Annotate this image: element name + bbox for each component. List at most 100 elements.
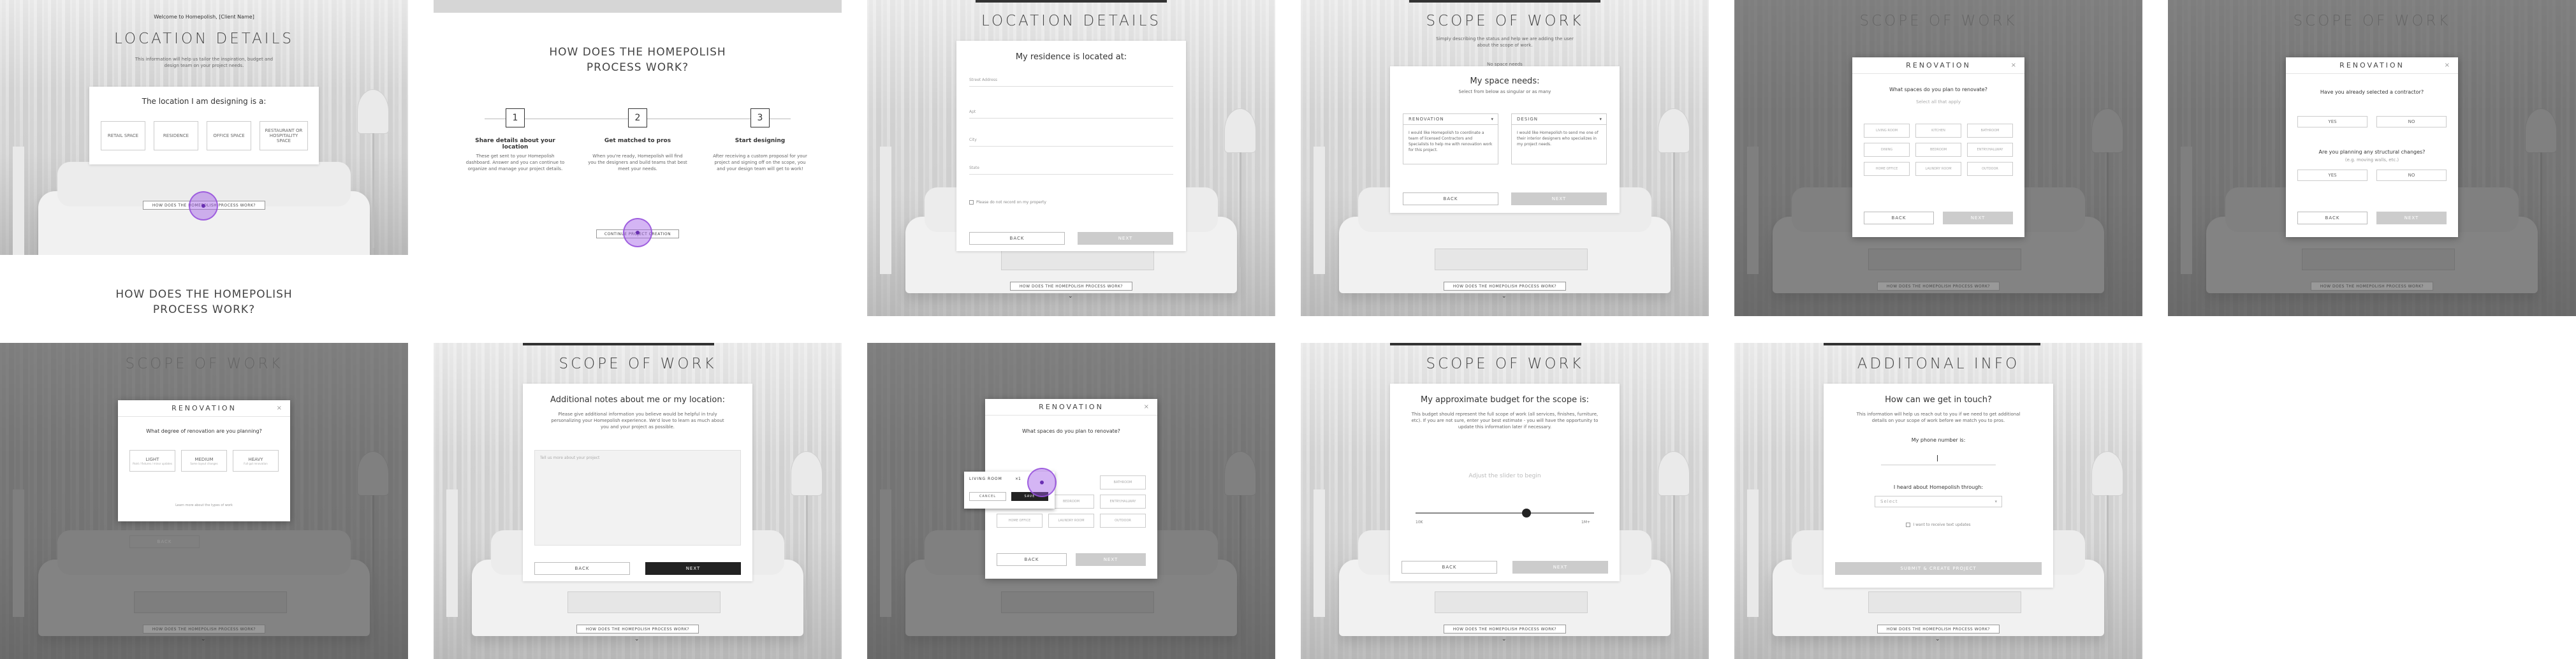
checkbox[interactable] — [1906, 523, 1911, 527]
how-it-works-link[interactable]: HOW DOES THE HOMEPOLISH PROCESS WORK? — [2311, 282, 2433, 291]
apt-input[interactable]: Apt — [969, 108, 1173, 119]
progress-bar — [1390, 343, 1581, 345]
text-updates-row[interactable]: I want to receive text updates — [1824, 523, 2053, 527]
phone-input[interactable] — [1881, 451, 1996, 465]
space-option[interactable]: LIVING ROOM — [1864, 124, 1910, 138]
back-button[interactable]: BACK — [1864, 212, 1934, 224]
space-option[interactable]: OUTDOOR — [1100, 514, 1146, 528]
degree-light-option[interactable]: LIGHT Paint / fixtures / minor updates — [129, 450, 175, 472]
space-option[interactable]: BEDROOM — [1915, 143, 1961, 157]
next-button[interactable]: NEXT — [1943, 212, 2013, 224]
card-description: This information will help us reach out … — [1856, 412, 2021, 423]
space-option[interactable]: ENTRY/HALLWAY — [1967, 143, 2013, 157]
learn-more-link[interactable]: Learn more about the types of work — [118, 502, 290, 509]
step-3-title: Start designing — [735, 138, 786, 144]
close-icon[interactable]: × — [2445, 57, 2452, 74]
click-indicator — [189, 191, 218, 221]
space-option[interactable]: DINING — [1864, 143, 1910, 157]
space-option[interactable]: ENTRY/HALLWAY — [1100, 495, 1146, 509]
progress-bar — [1824, 343, 2040, 345]
option-retail-space[interactable]: RETAIL SPACE — [101, 121, 145, 150]
budget-slider-handle[interactable] — [1521, 509, 1531, 518]
close-icon[interactable]: × — [2011, 57, 2018, 74]
popup-quantity[interactable]: ×1 — [1015, 477, 1021, 481]
city-input[interactable]: City — [969, 136, 1173, 147]
how-it-works-link[interactable]: HOW DOES THE HOMEPOLISH PROCESS WORK? — [576, 625, 699, 634]
referral-select[interactable]: Select ▾ — [1875, 496, 2002, 507]
design-toggle[interactable]: DESIGN ▾ — [1511, 113, 1607, 125]
record-checkbox-row[interactable]: Please do not record on my property — [969, 200, 1046, 205]
panel-renovation-contractor: SCOPE OF WORK RENOVATION × Have you alrea… — [2168, 0, 2576, 316]
progress-bar — [976, 0, 1167, 3]
chevron-down-icon[interactable]: ⌄ — [634, 636, 640, 642]
option-restaurant[interactable]: RESTAURANT OR HOSPITALITY SPACE — [260, 121, 308, 150]
renovation-toggle[interactable]: RENOVATION ▾ — [1403, 113, 1498, 125]
popup-cancel-button[interactable]: CANCEL — [969, 492, 1006, 501]
state-input[interactable]: State — [969, 164, 1173, 175]
how-it-works-link[interactable]: HOW DOES THE HOMEPOLISH PROCESS WORK? — [1444, 282, 1566, 291]
panel-budget: SCOPE OF WORK My approximate budget for … — [1301, 343, 1709, 659]
degree-medium-option[interactable]: MEDIUM Some layout changes — [181, 450, 227, 472]
option-office-space[interactable]: OFFICE SPACE — [207, 121, 251, 150]
chevron-down-icon[interactable]: ⌄ — [1502, 636, 1507, 642]
how-it-works-link[interactable]: HOW DOES THE HOMEPOLISH PROCESS WORK? — [1877, 282, 2000, 291]
slider-min-label: 10K — [1416, 520, 1423, 525]
space-option[interactable]: LAUNDRY ROOM — [1048, 514, 1094, 528]
next-button[interactable]: NEXT — [645, 562, 741, 575]
renovation-modal: RENOVATION × What degree of renovation ar… — [118, 400, 290, 521]
contractor-no-button[interactable]: NO — [2376, 116, 2447, 127]
option-residence[interactable]: RESIDENCE — [154, 121, 198, 150]
modal-title-text: RENOVATION — [1039, 403, 1104, 411]
space-option[interactable]: OUTDOOR — [1967, 162, 2013, 176]
modal-title-text: RENOVATION — [172, 404, 237, 412]
close-icon[interactable]: × — [1144, 399, 1151, 416]
close-icon[interactable]: × — [277, 400, 284, 417]
card-description: This budget should represent the full sc… — [1411, 412, 1599, 430]
back-button[interactable]: BACK — [1403, 192, 1498, 205]
chevron-down-icon[interactable]: ⌄ — [1068, 293, 1073, 300]
chevron-down-icon[interactable]: ⌄ — [1502, 293, 1507, 300]
card-title: Additional notes about me or my location… — [550, 395, 725, 405]
back-button[interactable]: BACK — [1401, 561, 1497, 574]
page-title: SCOPE OF WORK — [125, 356, 283, 372]
space-option[interactable]: BATHROOM — [1967, 124, 2013, 138]
how-it-works-link[interactable]: HOW DOES THE HOMEPOLISH PROCESS WORK? — [1010, 282, 1132, 291]
next-button[interactable]: NEXT — [1511, 192, 1607, 205]
next-button[interactable]: NEXT — [1078, 232, 1173, 245]
back-button[interactable]: BACK — [534, 562, 630, 575]
budget-slider-track[interactable] — [1416, 512, 1594, 514]
structural-no-button[interactable]: NO — [2376, 170, 2447, 181]
panel-scope-needs: SCOPE OF WORK Simply describing the stat… — [1301, 0, 1709, 316]
space-option[interactable]: KITCHEN — [1915, 124, 1961, 138]
back-button[interactable]: BACK — [997, 553, 1067, 566]
how-it-works-link[interactable]: HOW DOES THE HOMEPOLISH PROCESS WORK? — [1877, 625, 2000, 634]
street-address-input[interactable]: Street Address — [969, 76, 1173, 87]
back-button[interactable]: BACK — [129, 535, 200, 548]
panel-renovation-degree: SCOPE OF WORK RENOVATION × What degree of… — [0, 343, 408, 659]
submit-button[interactable]: SUBMIT & CREATE PROJECT — [1835, 562, 2042, 575]
back-button[interactable]: BACK — [969, 232, 1065, 245]
notes-textarea[interactable]: Tell us more about your project — [534, 450, 741, 546]
degree-heavy-option[interactable]: HEAVY Full gut renovation — [233, 450, 279, 472]
space-option[interactable]: LAUNDRY ROOM — [1915, 162, 1961, 176]
chevron-down-icon[interactable]: ⌄ — [1935, 636, 1940, 642]
next-button[interactable]: NEXT — [2376, 212, 2447, 224]
contractor-yes-button[interactable]: YES — [2297, 116, 2367, 127]
modal-title: RENOVATION × — [985, 399, 1157, 416]
space-option[interactable]: BATHROOM — [1100, 475, 1146, 489]
structural-yes-button[interactable]: YES — [2297, 170, 2367, 181]
process-heading-line1: HOW DOES THE HOMEPOLISH — [549, 46, 726, 59]
space-option[interactable]: BEDROOM — [1048, 495, 1094, 509]
page-description: Simply describing the status and help we… — [1436, 36, 1574, 48]
chevron-down-icon: ▾ — [1599, 117, 1602, 122]
chevron-down-icon[interactable]: ⌄ — [201, 636, 206, 642]
space-option[interactable]: HOME OFFICE — [997, 514, 1043, 528]
checkbox[interactable] — [969, 200, 974, 205]
next-button[interactable]: NEXT — [1512, 561, 1608, 574]
space-option[interactable]: HOME OFFICE — [1864, 162, 1910, 176]
back-button[interactable]: BACK — [2297, 212, 2367, 224]
how-it-works-link[interactable]: HOW DOES THE HOMEPOLISH PROCESS WORK? — [1444, 625, 1566, 634]
next-button[interactable]: NEXT — [1076, 553, 1146, 566]
page-title: SCOPE OF WORK — [1426, 356, 1584, 372]
how-it-works-link[interactable]: HOW DOES THE HOMEPOLISH PROCESS WORK? — [143, 625, 265, 634]
